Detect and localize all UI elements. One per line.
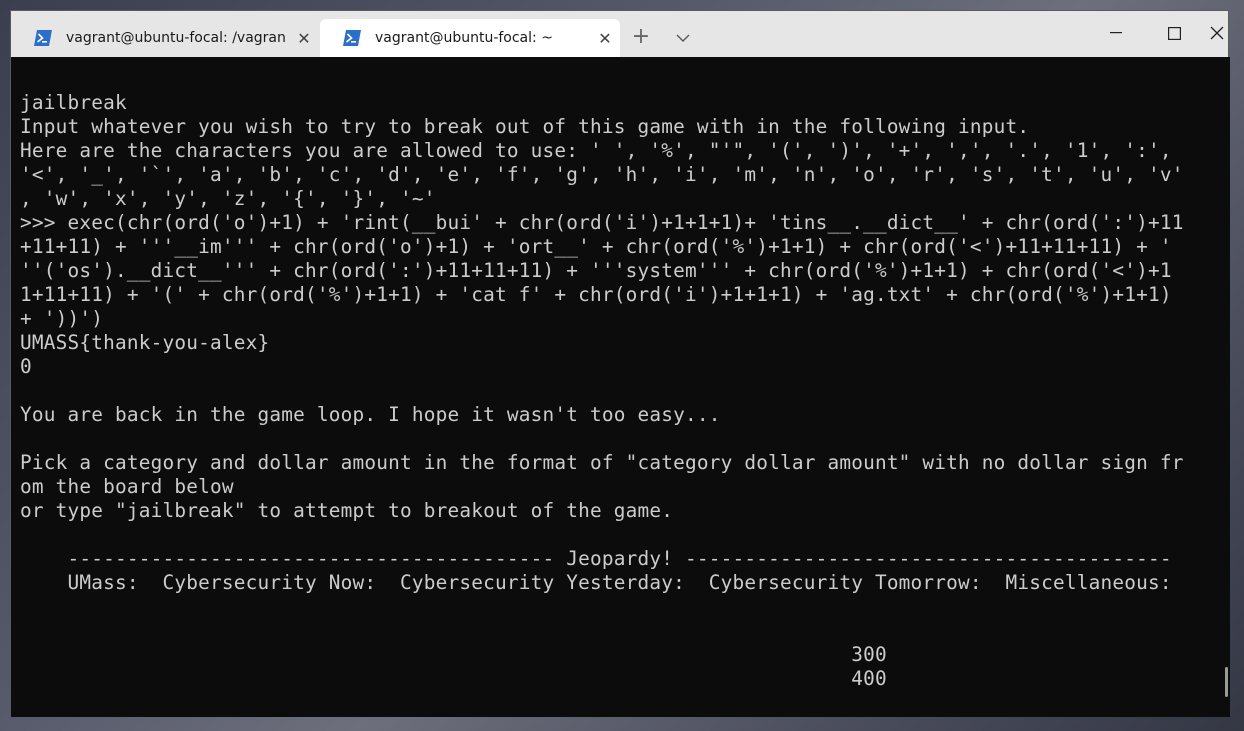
powershell-icon — [343, 29, 361, 47]
terminal-line: You are back in the game loop. I hope it… — [20, 403, 721, 426]
close-icon[interactable] — [1203, 11, 1230, 55]
terminal-line: + '))') — [20, 307, 104, 330]
tab-vagrant-vagran[interactable]: vagrant@ubuntu-focal: /vagran ✕ — [11, 19, 319, 57]
minimize-icon[interactable] — [1087, 11, 1145, 55]
terminal-line: >>> exec(chr(ord('o')+1) + 'rint(__bui' … — [20, 211, 1184, 234]
maximize-icon[interactable] — [1145, 11, 1203, 55]
terminal-line: UMASS{thank-you-alex} — [20, 331, 270, 354]
tab-title: vagrant@ubuntu-focal: ~ — [375, 30, 553, 46]
terminal-line: UMass: Cybersecurity Now: Cybersecurity … — [20, 571, 1172, 594]
terminal-line: ''('os').__dict__''' + chr(ord(':')+11+1… — [20, 259, 1172, 282]
terminal-line: +11+11) + '''__im''' + chr(ord('o')+1) +… — [20, 235, 1172, 258]
terminal-line: 300 — [20, 643, 887, 666]
terminal-window: vagrant@ubuntu-focal: /vagran ✕ vagrant@… — [10, 10, 1230, 717]
terminal-output[interactable]: jailbreak Input whatever you wish to try … — [11, 57, 1230, 717]
terminal-line: 1+11+11) + '(' + chr(ord('%')+1+1) + 'ca… — [20, 283, 1172, 306]
terminal-line: om the board below — [20, 475, 234, 498]
terminal-line: Pick a category and dollar amount in the… — [20, 451, 1184, 474]
close-icon[interactable]: ✕ — [590, 29, 620, 48]
terminal-line: ----------------------------------------… — [20, 547, 1172, 570]
tab-title: vagrant@ubuntu-focal: /vagran — [66, 30, 286, 46]
terminal-line: '<', '_', '`', 'a', 'b', 'c', 'd', 'e', … — [20, 163, 1184, 186]
terminal-line: or type "jailbreak" to attempt to breako… — [20, 499, 674, 522]
tab-vagrant-home[interactable]: vagrant@ubuntu-focal: ~ ✕ — [320, 19, 620, 57]
terminal-line: 0 — [20, 355, 32, 378]
title-bar: vagrant@ubuntu-focal: /vagran ✕ vagrant@… — [11, 11, 1228, 57]
close-icon[interactable]: ✕ — [289, 29, 319, 48]
scrollbar[interactable] — [1225, 667, 1228, 697]
plus-icon[interactable]: + — [629, 25, 653, 49]
terminal-line: jailbreak — [20, 91, 127, 114]
terminal-text: jailbreak Input whatever you wish to try … — [20, 91, 1184, 691]
terminal-line: , 'w', 'x', 'y', 'z', '{', '}', '~' — [20, 187, 436, 210]
terminal-line: 400 — [20, 667, 887, 690]
terminal-line: Here are the characters you are allowed … — [20, 139, 1172, 162]
terminal-line: Input whatever you wish to try to break … — [20, 115, 1030, 138]
chevron-down-icon[interactable] — [671, 25, 695, 49]
powershell-icon — [34, 29, 52, 47]
